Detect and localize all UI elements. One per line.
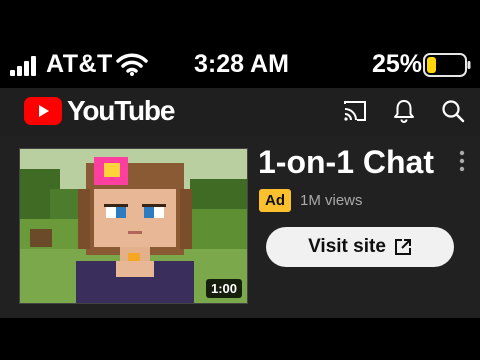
status-bar: AT&T 3:28 AM 25% [0, 0, 480, 88]
ad-badge: Ad [259, 189, 291, 212]
ad-card: 1:00 1-on-1 Chat Ad 1M views Visit site [0, 136, 480, 318]
visit-site-label: Visit site [308, 236, 386, 257]
open-external-icon [394, 239, 411, 255]
battery-percent: 25% [372, 50, 423, 78]
wifi-icon [116, 53, 148, 76]
notifications-bell-icon[interactable] [391, 98, 417, 124]
status-time: 3:28 AM [194, 50, 289, 78]
bottom-area [0, 318, 480, 360]
video-duration: 1:00 [205, 279, 242, 298]
battery-icon [423, 53, 471, 77]
visit-site-button[interactable]: Visit site [266, 227, 454, 267]
more-vert-icon[interactable] [456, 149, 468, 177]
carrier-name: AT&T [46, 50, 113, 78]
youtube-logo-text[interactable]: YouTube [67, 95, 175, 127]
ad-title[interactable]: 1-on-1 Chat [258, 144, 434, 181]
ad-video-thumbnail[interactable]: 1:00 [19, 148, 248, 304]
search-icon[interactable] [440, 98, 466, 124]
app-header: YouTube [0, 88, 480, 136]
cast-icon[interactable] [342, 98, 368, 124]
cellular-signal-icon [10, 56, 36, 76]
battery-level-fill [427, 57, 436, 73]
youtube-logo-icon[interactable] [24, 97, 62, 125]
view-count: 1M views [300, 192, 363, 209]
